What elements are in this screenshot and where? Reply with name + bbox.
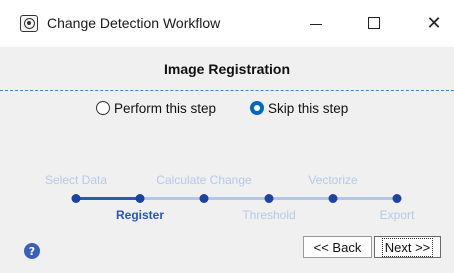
perform-step-label: Perform this step [114, 100, 217, 116]
minimize-icon [310, 23, 322, 25]
skip-step-radio[interactable] [250, 101, 264, 115]
step-label-select-data: Select Data [44, 173, 108, 187]
maximize-icon [368, 17, 380, 29]
perform-step-radio[interactable] [96, 101, 110, 115]
next-button-label: Next >> [381, 237, 434, 257]
app-window-icon[interactable] [20, 15, 38, 32]
progress-track-complete [76, 197, 140, 200]
maximize-button[interactable] [354, 8, 394, 38]
help-glyph: ? [28, 244, 36, 258]
step-label-register: Register [115, 208, 165, 222]
step-header: Image Registration [0, 47, 454, 91]
step-dot-threshold [264, 194, 274, 203]
step-label-threshold: Threshold [242, 208, 296, 222]
step-dot-register [135, 194, 145, 203]
step-dot-export [392, 194, 402, 203]
close-icon: ✕ [426, 12, 442, 34]
close-button[interactable]: ✕ [414, 8, 454, 38]
help-icon[interactable]: ? [24, 243, 40, 259]
perform-step-option[interactable]: Perform this step [96, 99, 216, 117]
step-dot-calculate-change [199, 194, 209, 203]
back-button[interactable]: << Back [303, 236, 372, 258]
next-button[interactable]: Next >> [374, 236, 441, 258]
step-title: Image Registration [163, 61, 291, 77]
step-dot-select-data [71, 194, 81, 203]
skip-step-label: Skip this step [268, 100, 349, 116]
title-bar: Change Detection Workflow ✕ [0, 0, 454, 47]
step-dot-vectorize [328, 194, 338, 203]
minimize-button[interactable] [296, 8, 336, 38]
step-label-export: Export [379, 208, 415, 222]
wizard-content: Perform this step Skip this step Select … [0, 91, 454, 273]
window-title: Change Detection Workflow [47, 15, 221, 31]
step-label-vectorize: Vectorize [308, 173, 358, 187]
step-label-calculate-change: Calculate Change [156, 173, 252, 187]
skip-step-option[interactable]: Skip this step [250, 99, 348, 117]
